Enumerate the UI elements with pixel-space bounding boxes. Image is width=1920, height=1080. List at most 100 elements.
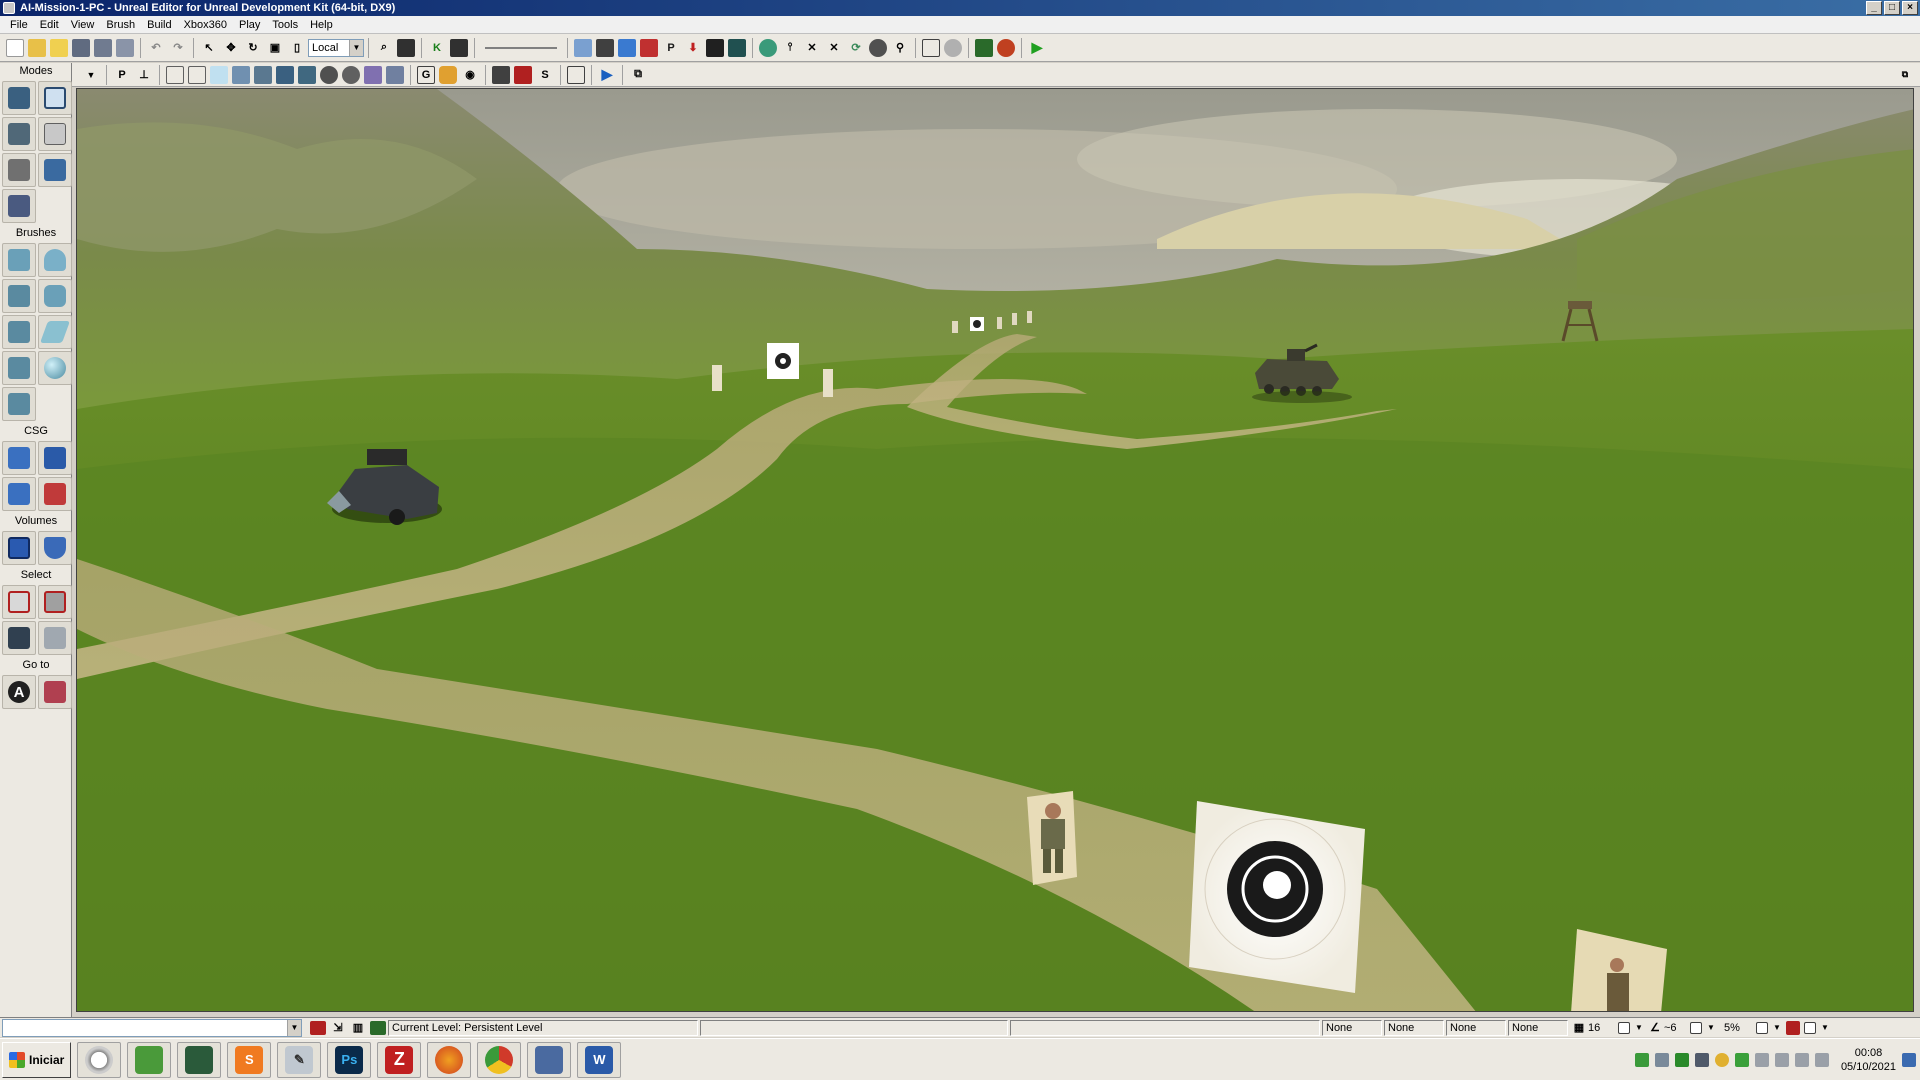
save-icon[interactable]	[72, 38, 90, 57]
menu-help[interactable]: Help	[304, 16, 339, 34]
console-icon[interactable]	[997, 38, 1015, 57]
cylinder-brush-button[interactable]	[38, 279, 72, 313]
bookmark-slot-3[interactable]: None	[1446, 1019, 1506, 1036]
kismet-icon[interactable]: K	[428, 39, 446, 57]
cone-brush-button[interactable]	[38, 243, 72, 277]
tray-flag-icon[interactable]	[1754, 1053, 1769, 1067]
tray-volume-icon[interactable]	[1794, 1053, 1809, 1067]
brush-wireframe-icon[interactable]	[166, 65, 184, 84]
scale-toggle-checkbox[interactable]	[1756, 1021, 1768, 1034]
curved-stair-button[interactable]	[2, 315, 36, 349]
menu-edit[interactable]: Edit	[34, 16, 65, 34]
rotation-chevron-down-icon[interactable]: ▼	[1706, 1019, 1716, 1037]
swarm-icon[interactable]	[728, 38, 746, 57]
taskbar-filezilla[interactable]: Z	[377, 1041, 422, 1078]
camera-mode-button[interactable]	[2, 81, 36, 115]
spiral-stair-button[interactable]	[2, 351, 36, 385]
csg-intersect-button[interactable]	[2, 477, 36, 511]
tray-security-icon[interactable]	[1674, 1053, 1689, 1067]
taskbar-monitor-app[interactable]	[177, 1041, 222, 1078]
drag-grid-slider[interactable]	[485, 46, 557, 49]
camera-speed-icon[interactable]	[492, 65, 510, 84]
toggle-icon[interactable]	[397, 38, 415, 57]
goto-builder-brush-button[interactable]	[38, 675, 72, 709]
lit-icon[interactable]	[232, 65, 250, 84]
bookmark-slot-1[interactable]: None	[1322, 1019, 1382, 1036]
taskbar-outlook[interactable]	[527, 1041, 572, 1078]
terrain-mode-button[interactable]	[2, 117, 36, 151]
grid-chevron-down-icon[interactable]: ▼	[1634, 1019, 1644, 1037]
cube-brush-button[interactable]	[2, 243, 36, 277]
sphere-brush-button[interactable]	[38, 351, 72, 385]
viewport-menu-chevron-icon[interactable]: ▼	[82, 66, 100, 84]
detail-lighting-icon[interactable]	[254, 65, 272, 84]
close-button[interactable]: ×	[1902, 1, 1918, 15]
start-button[interactable]: Iniciar	[2, 1041, 72, 1078]
landscape-mode-button[interactable]	[2, 189, 36, 223]
csg-subtract-button[interactable]	[38, 441, 72, 475]
grid-toggle-checkbox[interactable]	[1618, 1021, 1630, 1034]
taskbar-photoshop[interactable]: Ps	[327, 1041, 372, 1078]
menu-view[interactable]: View	[65, 16, 101, 34]
build-cover-icon[interactable]	[640, 38, 658, 57]
post-process-icon[interactable]	[514, 65, 532, 84]
lightmap-density-icon[interactable]	[364, 65, 382, 84]
new-file-icon[interactable]	[6, 38, 24, 57]
streaming-icon[interactable]: S	[536, 66, 554, 84]
lock-icon[interactable]	[439, 65, 457, 84]
menu-file[interactable]: File	[4, 16, 34, 34]
menu-tools[interactable]: Tools	[266, 16, 304, 34]
translate-icon[interactable]: ✥	[222, 39, 240, 57]
save-levels-icon[interactable]	[116, 38, 134, 57]
undo-icon[interactable]: ↶	[147, 39, 165, 57]
autosave-icon[interactable]	[1786, 1020, 1800, 1035]
redo-icon[interactable]: ↷	[169, 39, 187, 57]
volume-list-button[interactable]	[38, 531, 72, 565]
viewport-restore-icon[interactable]: ⧉	[1896, 66, 1914, 84]
mesh-paint-button[interactable]	[38, 153, 72, 187]
goto-actor-button[interactable]: A	[2, 675, 36, 709]
show-desktop-icon[interactable]	[1902, 1053, 1916, 1067]
drag-grid-checkbox[interactable]	[1804, 1021, 1816, 1034]
shader-complexity-icon[interactable]	[342, 65, 360, 84]
game-view-icon[interactable]: G	[417, 65, 435, 84]
taskbar-firefox[interactable]	[427, 1041, 472, 1078]
csg-deintersect-button[interactable]	[38, 477, 72, 511]
matinee-icon[interactable]	[450, 38, 468, 57]
sync-icon[interactable]: ⟳	[847, 39, 865, 57]
favorites-icon[interactable]	[50, 38, 68, 57]
frame-icon[interactable]	[922, 38, 940, 57]
viewport-scene[interactable]	[77, 89, 1914, 1012]
tray-recycle-icon[interactable]	[1734, 1053, 1749, 1067]
drag-grid-chevron-down-icon[interactable]: ▼	[1820, 1019, 1830, 1037]
taskbar-sublime[interactable]: S	[227, 1041, 272, 1078]
wireframe-icon[interactable]	[188, 65, 206, 84]
add-volume-button[interactable]	[2, 531, 36, 565]
taskbar-word[interactable]: W	[577, 1041, 622, 1078]
geometry-mode-button[interactable]	[38, 81, 72, 115]
tray-power-icon[interactable]	[1814, 1053, 1829, 1067]
minimize-button[interactable]: _	[1866, 1, 1882, 15]
taskbar-clock[interactable]: 00:08 05/10/2021	[1841, 1046, 1896, 1074]
taskbar-clock-app[interactable]	[77, 1041, 122, 1078]
globe-icon[interactable]	[759, 38, 777, 57]
search-content-icon[interactable]: ⚲	[891, 39, 909, 57]
menu-play[interactable]: Play	[233, 16, 266, 34]
tray-update-icon[interactable]	[1714, 1053, 1729, 1067]
lighting-reflections-icon[interactable]	[386, 65, 404, 84]
bookmark-slot-4[interactable]: None	[1508, 1019, 1568, 1036]
lighting-only-icon[interactable]	[276, 65, 294, 84]
mobile-preview-icon[interactable]	[944, 38, 962, 57]
taskbar-chrome[interactable]	[477, 1041, 522, 1078]
menu-brush[interactable]: Brush	[100, 16, 141, 34]
rotation-snap-icon[interactable]: ∠	[1648, 1021, 1662, 1035]
grid-snap-icon[interactable]: ▦	[1572, 1021, 1586, 1035]
lighting-quality-icon[interactable]	[706, 38, 724, 57]
build-all-icon[interactable]: ⬇	[684, 39, 702, 57]
drag-icon[interactable]: ⇲	[330, 1021, 346, 1035]
robot-icon[interactable]	[869, 38, 887, 57]
search-binoculars-icon[interactable]: ⌕	[375, 39, 393, 57]
tray-display-icon[interactable]	[1694, 1053, 1709, 1067]
maximize-button[interactable]: □	[1884, 1, 1900, 15]
realtime-eye-icon[interactable]: ◉	[461, 66, 479, 84]
